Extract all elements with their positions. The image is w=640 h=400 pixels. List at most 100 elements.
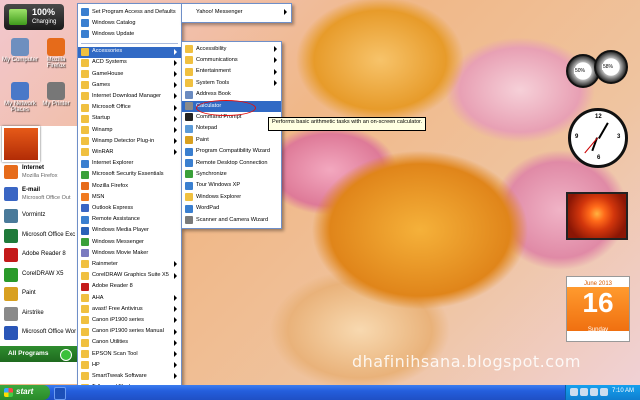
tour-windows-xp-icon	[185, 181, 193, 190]
menu-item-microsoft-office[interactable]: Microsoft Office	[78, 103, 181, 114]
windows-explorer-icon	[185, 193, 193, 202]
all-programs-button[interactable]: All Programs	[0, 346, 78, 362]
menu-item-label: EPSON Scan Tool	[92, 350, 138, 357]
menu-item-rainmeter[interactable]: Rainmeter	[78, 259, 181, 270]
tray-volume-icon[interactable]	[580, 388, 588, 396]
menu-item-canon-utilities[interactable]: Canon Utilities	[78, 338, 181, 349]
submenu-arrow-icon	[174, 328, 177, 335]
adobe-reader-8-icon	[81, 282, 89, 291]
word-icon	[4, 326, 18, 340]
start-recent-vormintz[interactable]: Vormintz	[0, 206, 78, 226]
menu-item-games[interactable]: Games	[78, 80, 181, 91]
start-menu-left-pane: Internet Mozilla Firefox E-mail Microsoft O…	[0, 126, 79, 384]
cpu-reading: 50%	[574, 68, 587, 74]
desktop-icon-mozilla-firefox[interactable]: Mozilla Firefox	[38, 38, 74, 69]
menu-item-aha[interactable]: AHA	[78, 293, 181, 304]
menu-item-windows-explorer[interactable]: Windows Explorer	[182, 192, 281, 203]
menu-item-program-compatibility-wizard[interactable]: Program Compatibility Wizard	[182, 147, 281, 158]
desktop-icon-my-network-places[interactable]: My Network Places	[2, 82, 38, 113]
menu-item-canon-ip1900-series-manual[interactable]: Canon iP1900 series Manual	[78, 327, 181, 338]
menu-item-remote-assistance[interactable]: Remote Assistance	[78, 215, 181, 226]
menu-item-windows-catalog[interactable]: Windows Catalog	[78, 18, 181, 29]
menu-item-label: Windows Media Player	[92, 227, 149, 234]
menu-item-communications[interactable]: Communications	[182, 55, 281, 66]
menu-item-accessibility[interactable]: Accessibility	[182, 44, 281, 55]
menu-item-address-book[interactable]: Address Book	[182, 90, 281, 101]
menu-item-label: WinRAR	[92, 148, 114, 155]
corel-icon	[4, 267, 18, 282]
folder-icon	[81, 126, 89, 134]
menu-item-startup[interactable]: Startup	[78, 114, 181, 125]
menu-item-tour-windows-xp[interactable]: Tour Windows XP	[182, 181, 281, 192]
menu-item-windows-movie-maker[interactable]: Windows Movie Maker	[78, 248, 181, 259]
menu-item-msn[interactable]: MSN	[78, 192, 181, 203]
tray-antivirus-icon[interactable]	[590, 388, 598, 396]
menu-item-label: SmartTweak Software	[92, 372, 147, 379]
menu-item-winrar[interactable]: WinRAR	[78, 147, 181, 158]
menu-item-microsoft-security-essentials[interactable]: Microsoft Security Essentials	[78, 170, 181, 181]
start-pinned-e-mail[interactable]: E-mail Microsoft Office Out	[0, 184, 78, 204]
folder-icon	[81, 316, 89, 325]
mozilla-firefox-icon	[47, 38, 65, 56]
submenu-arrow-icon	[174, 127, 177, 133]
menu-item-windows-media-player[interactable]: Windows Media Player	[78, 226, 181, 237]
clock-second-hand	[584, 137, 598, 154]
start-button[interactable]: start	[0, 385, 50, 400]
start-recent-microsoft-office-wor[interactable]: Microsoft Office Wor	[0, 323, 78, 343]
menu-item-label: Scanner and Camera Wizard	[196, 216, 269, 223]
menu-item-canon-ip1900-series[interactable]: Canon iP1900 series	[78, 315, 181, 326]
tray-clock[interactable]: 7:10 AM	[612, 388, 634, 394]
menu-item-notepad[interactable]: Notepad	[182, 124, 281, 135]
menu-item-synchronize[interactable]: Synchronize	[182, 169, 281, 180]
submenu-arrow-icon	[174, 317, 177, 324]
clock-number: 9	[575, 134, 579, 140]
recent-label: Paint	[22, 290, 36, 296]
folder-icon	[81, 114, 89, 123]
menu-item-avast-free-antivirus[interactable]: avast! Free Antivirus	[78, 304, 181, 315]
desktop-icon-my-computer[interactable]: My Computer	[2, 38, 38, 63]
menu-item-windows-update[interactable]: Windows Update	[78, 29, 181, 40]
menu-item-acd-systems[interactable]: ACD Systems	[78, 58, 181, 69]
menu-item-remote-desktop-connection[interactable]: Remote Desktop Connection	[182, 158, 281, 169]
menu-item-winamp[interactable]: Winamp	[78, 125, 181, 136]
start-recent-adobe-reader-8[interactable]: Adobe Reader 8	[0, 245, 78, 265]
start-recent-microsoft-office-exc[interactable]: Microsoft Office Exc	[0, 226, 78, 246]
menu-item-label: Set Program Access and Defaults	[92, 8, 176, 15]
menu-item-label: AHA	[92, 294, 104, 301]
menu-item-outlook-express[interactable]: Outlook Express	[78, 203, 181, 214]
blog-watermark: dhafinihsana.blogspot.com	[352, 352, 581, 371]
pinned-subtitle: Microsoft Office Out	[22, 195, 71, 201]
menu-item-winamp-detector-plug-in[interactable]: Winamp Detector Plug-in	[78, 136, 181, 147]
menu-item-mozilla-firefox[interactable]: Mozilla Firefox	[78, 181, 181, 192]
menu-item-smarttweak-software[interactable]: SmartTweak Software	[78, 371, 181, 382]
menu-item-system-tools[interactable]: System Tools	[182, 78, 281, 89]
menu-item-windows-messenger[interactable]: Windows Messenger	[78, 237, 181, 248]
menu-item-wordpad[interactable]: WordPad	[182, 204, 281, 215]
start-recent-airstrike[interactable]: Airstrike	[0, 304, 78, 324]
set-program-access-and-defaults-icon	[81, 8, 89, 16]
taskbar: start 7:10 AM	[0, 385, 640, 400]
address-book-icon	[185, 90, 193, 99]
menu-item-coreldraw-graphics-suite-x5[interactable]: CorelDRAW Graphics Suite X5	[78, 271, 181, 282]
menu-item-accessories[interactable]: Accessories	[78, 46, 181, 58]
vormintz-icon	[4, 209, 18, 223]
desktop-icon-my-printer[interactable]: My Printer	[38, 82, 74, 107]
menu-item-entertainment[interactable]: Entertainment	[182, 67, 281, 78]
menu-item-hp[interactable]: HP	[78, 360, 181, 371]
menu-item-internet-explorer[interactable]: Internet Explorer	[78, 159, 181, 170]
menu-item-scanner-and-camera-wizard[interactable]: Scanner and Camera Wizard	[182, 215, 281, 226]
menu-item-paint[interactable]: Paint	[182, 135, 281, 146]
start-recent-coreldraw-x5[interactable]: CorelDRAW X5	[0, 265, 78, 285]
menu-item-yahoo-messenger[interactable]: Yahoo! Messenger	[182, 7, 291, 18]
menu-item-adobe-reader-8[interactable]: Adobe Reader 8	[78, 282, 181, 293]
tray-network-icon[interactable]	[570, 388, 578, 396]
menu-item-epson-scan-tool[interactable]: EPSON Scan Tool	[78, 349, 181, 360]
taskbar-button[interactable]	[54, 387, 66, 400]
menu-item-gamehouse[interactable]: GameHouse	[78, 69, 181, 80]
menu-item-set-program-access-and-defaults[interactable]: Set Program Access and Defaults	[78, 7, 181, 18]
menu-item-internet-download-manager[interactable]: Internet Download Manager	[78, 91, 181, 102]
start-pinned-internet[interactable]: Internet Mozilla Firefox	[0, 162, 78, 182]
tray-power-icon[interactable]	[600, 388, 608, 396]
menu-item-label: Winamp Detector Plug-in	[92, 137, 155, 144]
start-recent-paint[interactable]: Paint	[0, 284, 78, 304]
